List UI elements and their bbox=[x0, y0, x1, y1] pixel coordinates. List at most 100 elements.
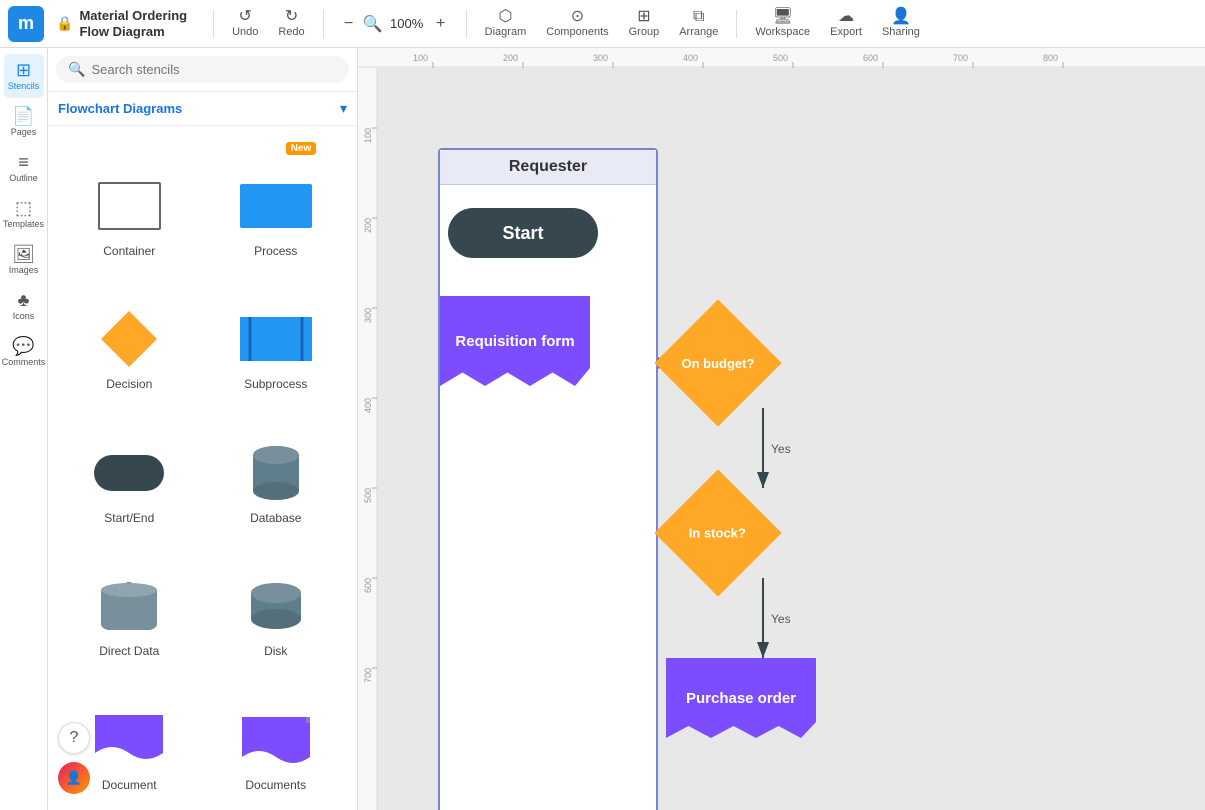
outline-icon: ≡ bbox=[18, 153, 29, 171]
sidebar-item-stencils[interactable]: ⊞ Stencils bbox=[4, 54, 44, 98]
stencil-category[interactable]: Flowchart Diagrams ▾ bbox=[48, 92, 357, 126]
stencil-subprocess[interactable]: Subprocess bbox=[203, 268, 350, 402]
sidebar-item-comments[interactable]: 💬 Comments bbox=[4, 330, 44, 374]
stencil-container[interactable]: Container bbox=[56, 134, 203, 268]
node-start[interactable]: Start bbox=[448, 208, 598, 258]
node-on-budget[interactable]: On budget? bbox=[654, 299, 781, 426]
stencil-decision[interactable]: Decision bbox=[56, 268, 203, 402]
svg-text:300: 300 bbox=[593, 53, 608, 63]
sharing-icon: 👤 bbox=[891, 9, 911, 25]
database-shape-preview bbox=[251, 443, 301, 503]
process-shape-preview bbox=[240, 176, 312, 236]
startend-label: Start/End bbox=[104, 511, 154, 525]
sidebar-item-outline[interactable]: ≡ Outline bbox=[4, 146, 44, 190]
components-icon: ⊙ bbox=[571, 9, 584, 25]
svg-text:700: 700 bbox=[363, 668, 373, 683]
lock-icon[interactable]: 🔒 bbox=[56, 15, 73, 32]
svg-text:Yes: Yes bbox=[771, 442, 791, 456]
svg-text:200: 200 bbox=[363, 218, 373, 233]
svg-text:500: 500 bbox=[773, 53, 788, 63]
svg-text:100: 100 bbox=[363, 128, 373, 143]
documents-label: Documents bbox=[245, 778, 306, 792]
svg-text:500: 500 bbox=[363, 488, 373, 503]
disk-shape-preview bbox=[249, 576, 303, 636]
documents-shape-preview bbox=[242, 710, 310, 770]
templates-icon: ⬚ bbox=[15, 199, 32, 217]
pages-icon: 📄 bbox=[12, 107, 34, 125]
group-button[interactable]: ⊞ Group bbox=[621, 7, 668, 40]
arrange-button[interactable]: ⧉ Arrange bbox=[671, 7, 726, 40]
stencil-startend[interactable]: Start/End bbox=[56, 401, 203, 535]
container-shape-preview bbox=[97, 176, 162, 236]
svg-text:Yes: Yes bbox=[771, 612, 791, 626]
arrange-icon: ⧉ bbox=[693, 9, 704, 25]
node-purchase-order[interactable]: Purchase order bbox=[666, 658, 816, 738]
stencil-documents[interactable]: Documents bbox=[203, 668, 350, 802]
group-icon: ⊞ bbox=[637, 9, 650, 25]
svg-text:600: 600 bbox=[363, 578, 373, 593]
zoom-search-button[interactable]: 🔍 bbox=[362, 13, 384, 35]
stencil-database[interactable]: Database bbox=[203, 401, 350, 535]
doc-title-line2: Flow Diagram bbox=[79, 24, 187, 40]
images-icon: 🖼 bbox=[12, 245, 35, 263]
container-label: Container bbox=[103, 244, 155, 258]
chevron-down-icon[interactable]: ▾ bbox=[340, 100, 347, 117]
node-in-stock[interactable]: In stock? bbox=[654, 469, 781, 596]
database-label: Database bbox=[250, 511, 301, 525]
process-label: Process bbox=[254, 244, 297, 258]
sidebar-item-pages[interactable]: 📄 Pages bbox=[4, 100, 44, 144]
search-input[interactable] bbox=[91, 62, 337, 77]
diagram-icon: ⬡ bbox=[498, 9, 512, 25]
workspace-button[interactable]: 🖥 Workspace bbox=[747, 7, 818, 40]
canvas-inner: Yes Yes Requester Start bbox=[378, 68, 1205, 810]
category-label: Flowchart Diagrams bbox=[58, 101, 182, 116]
svg-text:100: 100 bbox=[413, 53, 428, 63]
main-area: ⊞ Stencils 📄 Pages ≡ Outline ⬚ Templates… bbox=[0, 48, 1205, 810]
search-wrap: 🔍 bbox=[56, 56, 349, 83]
node-requisition[interactable]: Requisition form bbox=[440, 296, 590, 386]
svg-text:300: 300 bbox=[363, 308, 373, 323]
zoom-minus-button[interactable]: − bbox=[338, 13, 360, 35]
components-button[interactable]: ⊙ Components bbox=[538, 7, 616, 40]
doc-title-wrap: Material Ordering Flow Diagram bbox=[79, 8, 187, 39]
subprocess-label: Subprocess bbox=[244, 377, 307, 391]
sidebar-item-images[interactable]: 🖼 Images bbox=[4, 238, 44, 282]
search-icon: 🔍 bbox=[68, 61, 85, 78]
divider-1 bbox=[213, 10, 214, 38]
divider-4 bbox=[736, 10, 737, 38]
canvas-wrap: 100 200 300 400 500 600 700 bbox=[358, 68, 1205, 810]
diagram-button[interactable]: ⬡ Diagram bbox=[477, 7, 535, 40]
stencil-panel: 🔍 Flowchart Diagrams ▾ Container New bbox=[48, 48, 358, 810]
ruler-horizontal: 100 200 300 400 500 600 700 800 bbox=[358, 48, 1205, 68]
stencil-disk[interactable]: Disk bbox=[203, 535, 350, 669]
startend-shape-preview bbox=[94, 443, 164, 503]
document-shape-preview bbox=[95, 710, 163, 770]
undo-icon: ↺ bbox=[239, 9, 252, 25]
stencil-directdata[interactable]: Direct Data bbox=[56, 535, 203, 669]
zoom-plus-button[interactable]: + bbox=[430, 13, 452, 35]
stencils-icon: ⊞ bbox=[16, 61, 31, 79]
subprocess-shape-preview bbox=[240, 309, 312, 369]
zoom-controls: − 🔍 100% + bbox=[338, 13, 452, 35]
sidebar-item-templates[interactable]: ⬚ Templates bbox=[4, 192, 44, 236]
stencil-grid: Container New Process Deci bbox=[48, 126, 357, 810]
disk-label: Disk bbox=[264, 644, 287, 658]
stencil-process[interactable]: New Process bbox=[203, 134, 350, 268]
export-button[interactable]: ☁ Export bbox=[822, 7, 870, 40]
zoom-value[interactable]: 100% bbox=[386, 16, 428, 31]
redo-button[interactable]: ↻ Redo bbox=[270, 7, 312, 40]
app-logo[interactable]: m bbox=[8, 6, 44, 42]
svg-text:600: 600 bbox=[863, 53, 878, 63]
canvas-scroll[interactable]: Yes Yes Requester Start bbox=[378, 68, 1205, 810]
decision-label: Decision bbox=[106, 377, 152, 391]
undo-button[interactable]: ↺ Undo bbox=[224, 7, 266, 40]
sharing-button[interactable]: 👤 Sharing bbox=[874, 7, 928, 40]
directdata-shape-preview bbox=[96, 576, 162, 636]
redo-icon: ↻ bbox=[285, 9, 298, 25]
sidebar-item-icons[interactable]: ♣ Icons bbox=[4, 284, 44, 328]
svg-text:400: 400 bbox=[363, 398, 373, 413]
svg-text:700: 700 bbox=[953, 53, 968, 63]
divider-3 bbox=[466, 10, 467, 38]
workspace-icon: 🖥 bbox=[773, 9, 793, 25]
icons-icon: ♣ bbox=[18, 291, 30, 309]
